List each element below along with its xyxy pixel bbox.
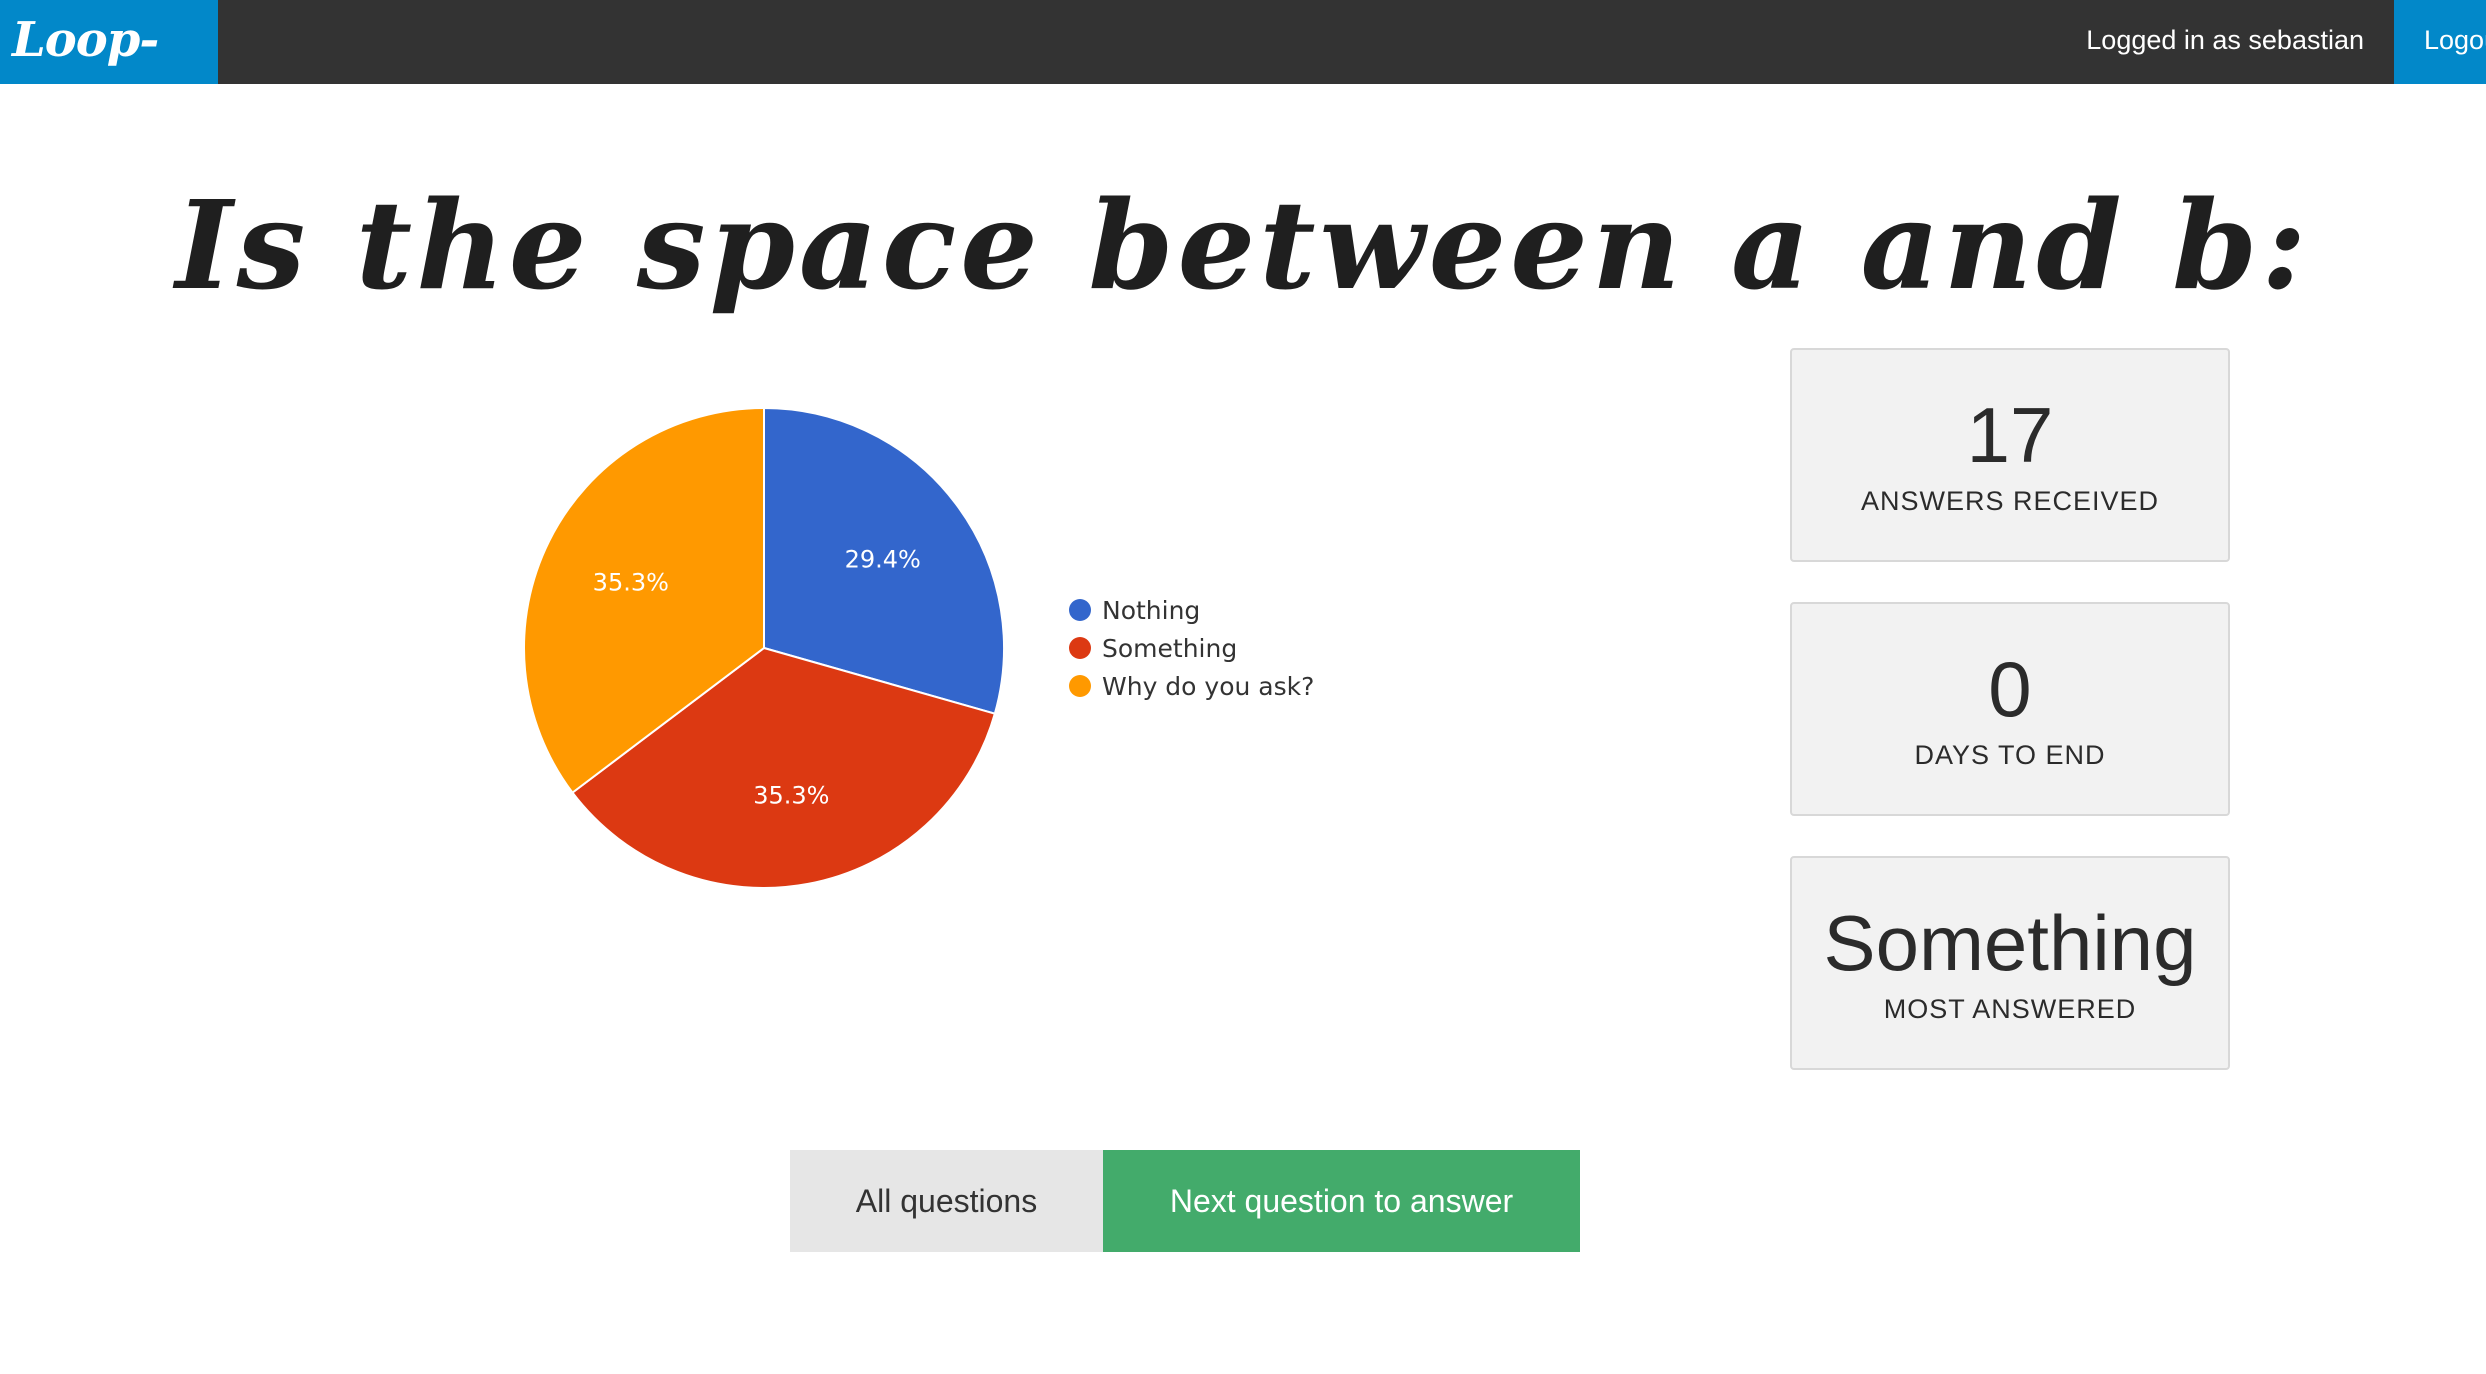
legend-label-nothing: Nothing [1102,596,1200,625]
stat-label: ANSWERS RECEIVED [1860,486,2160,516]
legend-label-why-do-you-ask: Why do you ask? [1102,672,1314,701]
stat-value: 0 [1988,645,2032,733]
legend-marker-why-do-you-ask [1069,675,1091,697]
legend-label-something: Something [1102,634,1237,663]
legend-marker-something [1069,637,1091,659]
next-question-button[interactable]: Next question to answer [1103,1150,1580,1252]
answers-received-card: 17 ANSWERS RECEIVED [1790,348,2230,562]
legend-marker-nothing [1069,599,1091,621]
brand-logo[interactable]: Loop-oll [0,0,218,148]
stat-label: DAYS TO END [1914,740,2106,770]
most-answered-card: Something MOST ANSWERED [1790,856,2230,1070]
answers-pie-chart: 29.4% 35.3% 35.3% Nothing Something Why do yo… [500,380,1500,920]
logged-in-text: Logged in as sebastian [2086,25,2364,55]
question-title: Is the space between a and b: [175,173,2311,317]
pie-percent-label: 35.3% [593,569,669,597]
days-to-end-card: 0 DAYS TO END [1790,602,2230,816]
logout-button[interactable]: Logout [2394,0,2486,84]
pie-chart-svg: 29.4% 35.3% 35.3% Nothing Something Why do yo… [523,406,1314,889]
top-navbar: Loop-oll Logged in as sebastian Logout [0,0,2486,148]
stat-value: 17 [1966,391,2054,479]
stat-label: MOST ANSWERED [1883,994,2137,1024]
pie-percent-label: 35.3% [753,781,829,809]
pie-percent-label: 29.4% [845,545,921,573]
all-questions-button[interactable]: All questions [790,1150,1103,1252]
stat-value: Something [1823,899,2197,987]
